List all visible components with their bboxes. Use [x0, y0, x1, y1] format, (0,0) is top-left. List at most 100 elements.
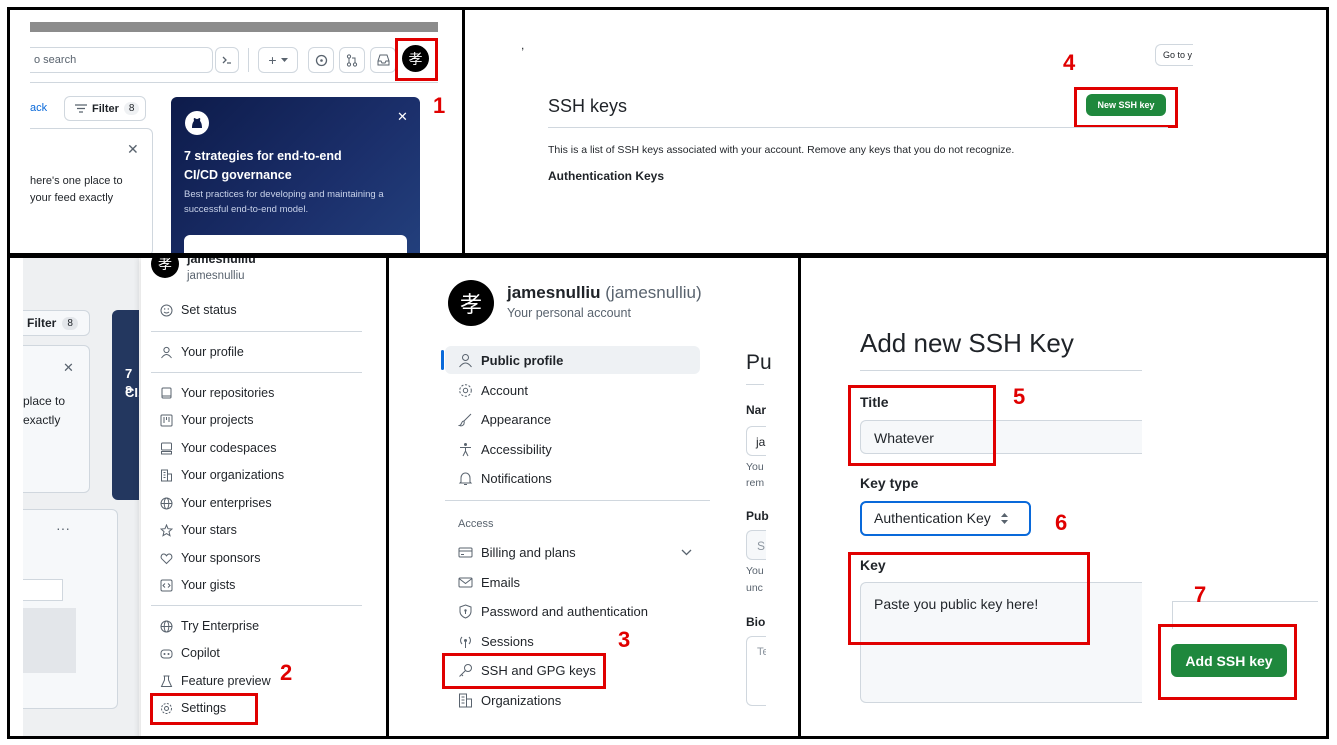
access-heading: Access	[458, 518, 494, 530]
bg-filter-count: 8	[62, 316, 78, 330]
repo-icon	[161, 387, 172, 398]
chevron-down-icon	[280, 57, 288, 62]
menu-username: jamesnulliu	[187, 270, 245, 282]
nav-separator	[445, 500, 710, 501]
organization-icon	[459, 693, 472, 708]
settings-display-name: jamesnulliu	[507, 283, 601, 302]
create-new-button[interactable]: +	[258, 47, 298, 73]
promo-button[interactable]	[184, 235, 407, 253]
promo-close-icon[interactable]: ✕	[397, 109, 408, 125]
goto-button[interactable]: Go to y	[1155, 44, 1193, 66]
nav-organizations[interactable]: Organizations	[458, 693, 561, 708]
menu-item-your-projects[interactable]: Your projects	[160, 413, 254, 427]
menu-item-your-profile[interactable]: Your profile	[160, 345, 244, 359]
menu-item-your-stars[interactable]: Your stars	[160, 523, 237, 537]
pull-requests-button[interactable]	[339, 47, 365, 73]
heading-divider	[548, 127, 1168, 128]
browser-strip	[30, 22, 438, 32]
menu-item-set-status[interactable]: Set status	[160, 303, 237, 317]
selected-nav-indicator	[441, 350, 444, 370]
name-input-cropped[interactable]: ja	[746, 426, 766, 456]
menu-item-label: Feature preview	[181, 674, 271, 688]
menu-item-label: Your repositories	[181, 386, 275, 400]
globe-icon	[160, 497, 173, 509]
menu-item-feature-preview[interactable]: Feature preview	[160, 674, 271, 688]
menu-item-label: Your projects	[181, 413, 254, 427]
menu-item-your-repositories[interactable]: Your repositories	[160, 386, 274, 400]
globe-icon	[160, 620, 173, 632]
public-email-select-cropped[interactable]: S	[746, 530, 766, 560]
codespaces-icon	[161, 442, 172, 454]
search-input[interactable]: o search	[30, 47, 213, 73]
person-icon	[459, 354, 472, 368]
inbox-button[interactable]	[370, 47, 396, 73]
notice-text-2: your feed exactly	[30, 192, 114, 204]
panel-ssh-keys: , Go to y 4 SSH keys New SSH key This is…	[462, 7, 1329, 256]
heading-underline	[746, 384, 764, 385]
nav-public-profile[interactable]: Public profile	[458, 353, 563, 368]
github-logo-icon	[185, 111, 209, 135]
panel-settings-sidebar: 孝 jamesnulliu (jamesnulliu) Your persona…	[386, 255, 801, 739]
name-input-value: ja	[756, 435, 766, 449]
top-mark: ,	[521, 38, 525, 52]
nav-account[interactable]: Account	[458, 383, 528, 398]
menu-item-your-sponsors[interactable]: Your sponsors	[160, 551, 260, 565]
nav-notifications[interactable]: Notifications	[458, 471, 552, 486]
filter-icon	[75, 104, 87, 113]
public-email-value: S	[757, 539, 766, 553]
notice-text-1: here's one place to	[30, 175, 123, 187]
key-type-select[interactable]: Authentication Key	[860, 501, 1031, 536]
public-profile-heading-cropped: Pu	[746, 351, 772, 374]
filter-count: 8	[123, 102, 140, 115]
menu-item-try-enterprise[interactable]: Try Enterprise	[160, 619, 259, 633]
bio-label-cropped: Bio	[746, 615, 766, 629]
issues-button[interactable]	[308, 47, 334, 73]
nav-billing[interactable]: Billing and plans	[458, 545, 576, 560]
nav-password-auth[interactable]: Password and authentication	[458, 604, 648, 619]
nav-appearance[interactable]: Appearance	[458, 412, 551, 427]
filter-label: Filter	[92, 102, 119, 115]
search-placeholder: o search	[34, 54, 77, 66]
nav-label: Password and authentication	[481, 604, 648, 619]
highlight-new-ssh-key	[1074, 87, 1178, 128]
menu-separator	[151, 372, 362, 373]
nav-label: Public profile	[481, 353, 564, 368]
broadcast-icon	[460, 636, 471, 648]
name-label-cropped: Nar	[746, 403, 767, 417]
menu-item-label: Set status	[181, 303, 237, 317]
menu-item-label: Copilot	[181, 646, 220, 660]
nav-emails[interactable]: Emails	[458, 575, 520, 590]
person-icon	[161, 346, 172, 358]
bio-textarea-cropped[interactable]: Te	[746, 636, 766, 706]
menu-item-label: Try Enterprise	[181, 619, 260, 633]
credit-card-icon	[458, 547, 473, 558]
menu-item-your-gists[interactable]: Your gists	[160, 578, 235, 592]
menu-item-label: Your gists	[181, 578, 236, 592]
key-type-value: Authentication Key	[874, 510, 991, 526]
code-square-icon	[160, 579, 173, 591]
step-1-label: 1	[433, 93, 446, 118]
bell-icon	[458, 472, 473, 485]
bg-notice-text-1: place to	[23, 394, 66, 408]
filter-button[interactable]: Filter 8	[64, 96, 146, 121]
nav-label: Billing and plans	[481, 545, 576, 560]
beaker-icon	[160, 675, 173, 687]
terminal-icon-button[interactable]	[215, 47, 239, 73]
copilot-icon	[160, 649, 173, 658]
close-icon[interactable]: ✕	[127, 141, 139, 158]
nav-label: Organizations	[481, 693, 562, 708]
nav-sessions[interactable]: Sessions	[458, 634, 534, 649]
promo-title[interactable]: 7 strategies for end-to-end CI/CD govern…	[184, 147, 354, 185]
menu-item-your-enterprises[interactable]: Your enterprises	[160, 496, 272, 510]
auth-keys-heading: Authentication Keys	[548, 169, 665, 183]
helper-text-2: rem	[746, 477, 765, 489]
ssh-keys-heading: SSH keys	[548, 96, 628, 116]
menu-item-your-organizations[interactable]: Your organizations	[160, 468, 284, 482]
menu-item-copilot[interactable]: Copilot	[160, 646, 220, 660]
menu-item-label: Your stars	[181, 523, 237, 537]
back-link[interactable]: ack	[30, 102, 47, 114]
project-icon	[160, 414, 173, 426]
menu-item-your-codespaces[interactable]: Your codespaces	[160, 441, 276, 455]
nav-accessibility[interactable]: Accessibility	[458, 442, 552, 457]
nav-label: Account	[481, 383, 528, 398]
